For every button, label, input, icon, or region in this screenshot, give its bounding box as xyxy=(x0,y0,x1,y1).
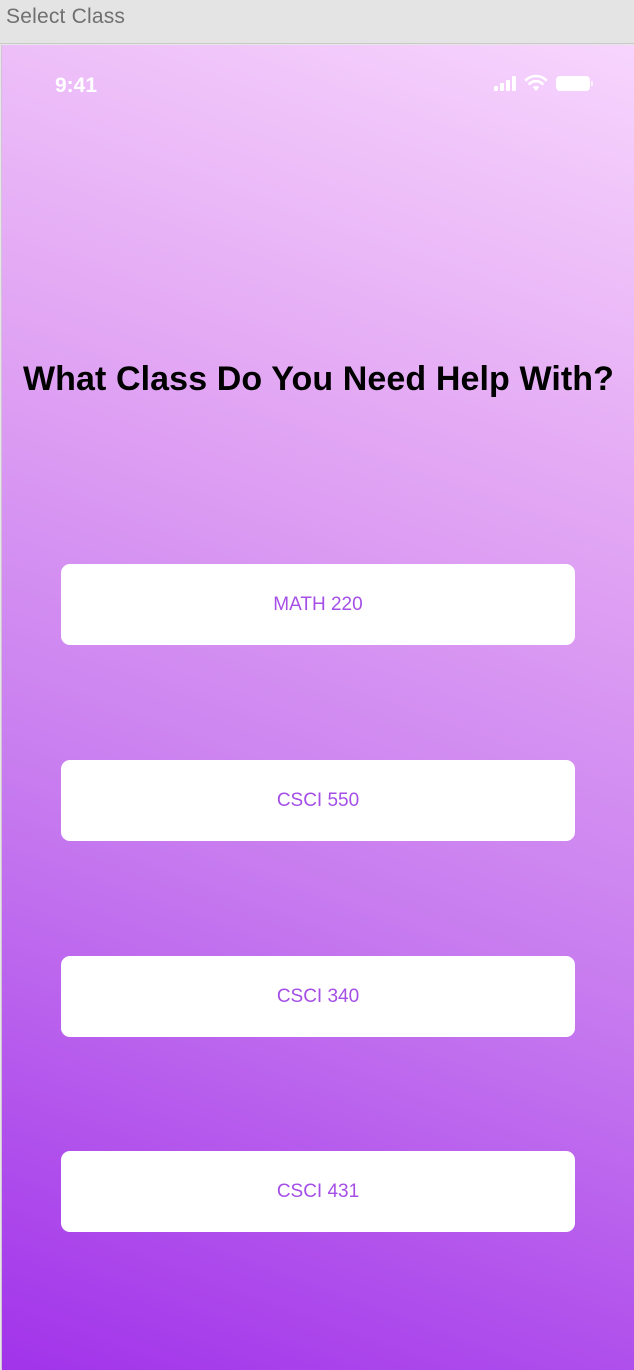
battery-icon xyxy=(556,75,593,91)
window-title-bar: Select Class xyxy=(0,0,634,44)
window-title: Select Class xyxy=(6,5,126,28)
class-button-math-220[interactable]: MATH 220 xyxy=(61,564,575,645)
class-button-csci-431[interactable]: CSCI 431 xyxy=(61,1151,575,1232)
phone-screen: 9:41 What Class Do You Need Help With? M… xyxy=(1,45,634,1370)
status-time: 9:41 xyxy=(55,74,98,97)
page-title: What Class Do You Need Help With? xyxy=(22,360,615,398)
class-button-csci-550[interactable]: CSCI 550 xyxy=(61,760,575,841)
status-icons xyxy=(494,74,593,92)
wifi-icon xyxy=(524,74,548,91)
class-button-csci-340[interactable]: CSCI 340 xyxy=(61,956,575,1037)
cellular-signal-icon xyxy=(494,75,516,91)
